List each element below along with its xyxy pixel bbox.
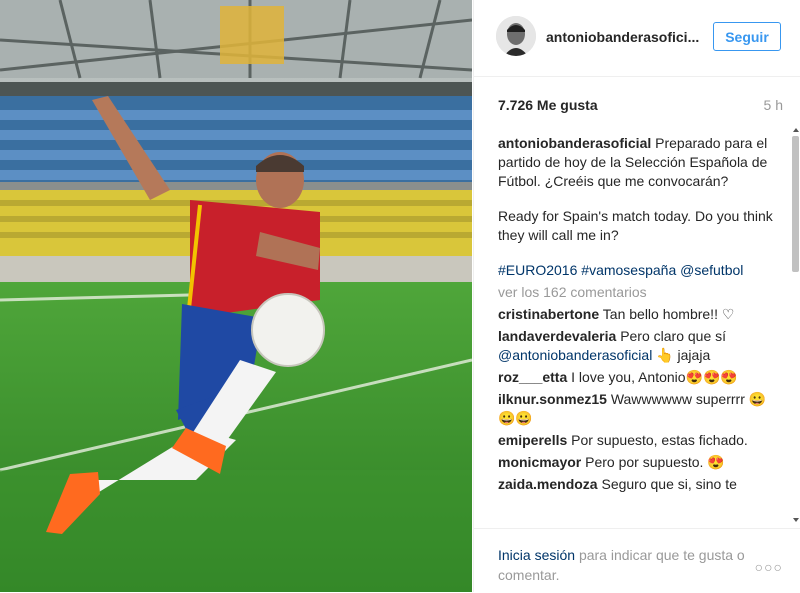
- comment-username[interactable]: cristinabertone: [498, 306, 599, 322]
- comments-scrollbar[interactable]: [790, 122, 800, 528]
- comment-text-tail: 👆 jajaja: [656, 347, 711, 363]
- comment-item: ilknur.sonmez15 Wawwwwww superrrr 😀😀😀: [498, 390, 778, 428]
- scroll-up-arrow-icon[interactable]: [793, 128, 799, 132]
- login-prompt: Inicia sesión para indicar que te gusta …: [498, 545, 758, 585]
- view-comments: ver los 162 comentarios: [498, 283, 778, 302]
- comment-username[interactable]: zaida.mendoza: [498, 476, 598, 492]
- comment-item: zaida.mendoza Seguro que si, sino te: [498, 475, 778, 494]
- post-image: [0, 0, 472, 592]
- post-header: antoniobanderasofici... Seguir: [474, 0, 800, 77]
- scroll-down-arrow-icon[interactable]: [793, 518, 799, 522]
- comment-username[interactable]: roz___etta: [498, 369, 567, 385]
- avatar-image: [496, 16, 536, 56]
- post-time[interactable]: 5 h: [764, 97, 783, 113]
- comments-list: antoniobanderasoficial Preparado para el…: [498, 134, 778, 527]
- post-footer: Inicia sesión para indicar que te gusta …: [474, 528, 800, 593]
- hashtag[interactable]: #EURO2016: [498, 262, 577, 278]
- post-photo[interactable]: [0, 0, 472, 592]
- post-username[interactable]: antoniobanderasofici...: [546, 29, 699, 45]
- caption: antoniobanderasoficial Preparado para el…: [498, 134, 778, 191]
- caption-english: Ready for Spain's match today. Do you th…: [498, 207, 778, 245]
- comment-item: cristinabertone Tan bello hombre!! ♡: [498, 305, 778, 324]
- comment-item: emiperells Por supuesto, estas fichado.: [498, 431, 778, 450]
- hashtag[interactable]: #vamosespaña: [581, 262, 676, 278]
- likes-count[interactable]: 7.726 Me gusta: [498, 97, 598, 113]
- avatar[interactable]: [496, 16, 536, 56]
- view-comments-link[interactable]: ver los 162 comentarios: [498, 284, 647, 300]
- comment-item: monicmayor Pero por supuesto. 😍: [498, 453, 778, 472]
- comment-text: Seguro que si, sino te: [601, 476, 737, 492]
- comment-username[interactable]: ilknur.sonmez15: [498, 391, 607, 407]
- comment-username[interactable]: landaverdevaleria: [498, 328, 616, 344]
- comment-text: Por supuesto, estas fichado.: [571, 432, 748, 448]
- caption-english-text: Ready for Spain's match today. Do you th…: [498, 208, 773, 243]
- comment-text: Pero por supuesto. 😍: [585, 454, 725, 470]
- mention[interactable]: @sefutbol: [680, 262, 743, 278]
- comment-mention[interactable]: @antoniobanderasoficial: [498, 347, 652, 363]
- comment-item: landaverdevaleria Pero claro que sí @ant…: [498, 327, 778, 365]
- post-panel: antoniobanderasofici... Seguir 7.726 Me …: [473, 0, 800, 592]
- follow-button[interactable]: Seguir: [713, 22, 781, 51]
- hashtags: #EURO2016 #vamosespaña @sefutbol: [498, 261, 778, 280]
- comment-text: I love you, Antonio😍😍😍: [571, 369, 738, 385]
- comment-username[interactable]: monicmayor: [498, 454, 581, 470]
- scroll-thumb[interactable]: [792, 136, 799, 272]
- comment-username[interactable]: emiperells: [498, 432, 567, 448]
- caption-username[interactable]: antoniobanderasoficial: [498, 135, 651, 151]
- comment-item: roz___etta I love you, Antonio😍😍😍: [498, 368, 778, 387]
- comment-text: Tan bello hombre!! ♡: [602, 306, 735, 322]
- comment-text: Pero claro que sí: [620, 328, 727, 344]
- login-link[interactable]: Inicia sesión: [498, 547, 575, 563]
- more-options-icon[interactable]: ○○○: [755, 559, 783, 575]
